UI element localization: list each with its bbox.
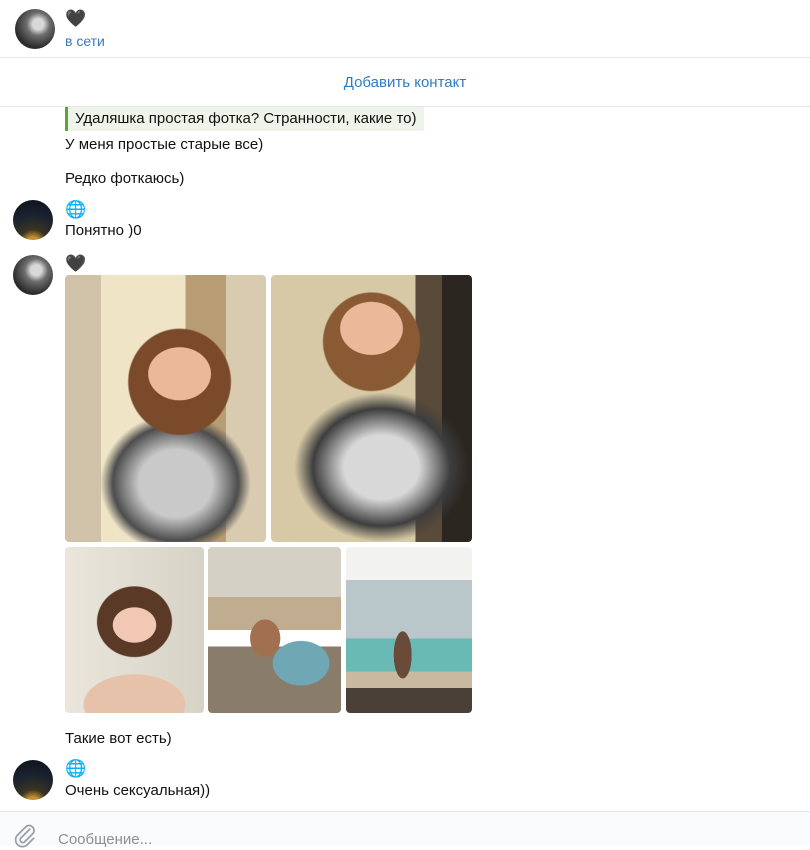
- message-text: Очень сексуальная)): [65, 782, 211, 799]
- photo-attachment[interactable]: [208, 547, 341, 713]
- globe-icon: 🌐: [65, 759, 87, 778]
- contact-name[interactable]: 🖤: [65, 9, 86, 29]
- message-text: Такие вот есть): [65, 730, 172, 747]
- message-text: Редко фоткаюсь): [65, 170, 185, 187]
- contact-avatar[interactable]: [15, 9, 55, 49]
- photo-attachment[interactable]: [65, 275, 266, 542]
- reply-quote[interactable]: Удаляшка простая фотка? Странности, каки…: [65, 107, 425, 131]
- message-text: У меня простые старые все): [65, 136, 264, 153]
- sender-avatar[interactable]: [13, 760, 53, 800]
- message-text: Понятно )0: [65, 222, 142, 239]
- sender-avatar[interactable]: [13, 255, 53, 295]
- message-input[interactable]: [58, 828, 758, 850]
- paperclip-icon[interactable]: [12, 822, 38, 848]
- photo-attachment[interactable]: [271, 275, 472, 542]
- message-list[interactable]: Удаляшка простая фотка? Странности, каки…: [0, 107, 810, 811]
- add-contact-button[interactable]: Добавить контакт: [0, 74, 810, 91]
- chat-header: 🖤 в сети: [0, 0, 810, 58]
- photo-attachment[interactable]: [65, 547, 204, 713]
- message-composer: [0, 811, 810, 850]
- sender-avatar[interactable]: [13, 200, 53, 240]
- globe-icon: 🌐: [65, 200, 87, 219]
- add-contact-bar: Добавить контакт: [0, 58, 810, 107]
- online-status: в сети: [65, 33, 105, 49]
- photo-attachment[interactable]: [346, 547, 472, 713]
- heart-icon: 🖤: [65, 254, 87, 273]
